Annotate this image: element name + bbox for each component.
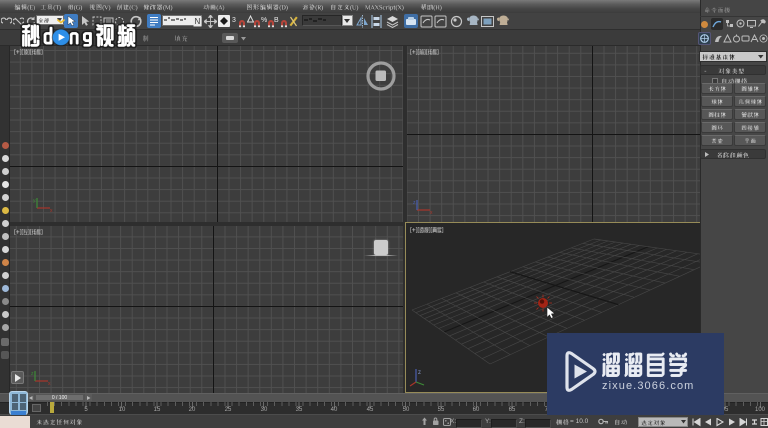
svg-text:z: z (418, 370, 421, 376)
svg-text:B: B (274, 17, 279, 24)
svg-text:z: z (413, 200, 416, 206)
svg-text:z: z (31, 371, 34, 377)
svg-text:x: x (48, 381, 51, 386)
svg-text:x: x (430, 210, 433, 215)
svg-text:x: x (50, 208, 53, 213)
svg-text:N: N (195, 17, 201, 26)
svg-text:%: % (261, 17, 267, 24)
svg-text:3: 3 (232, 17, 236, 24)
svg-text:y: y (33, 198, 36, 204)
